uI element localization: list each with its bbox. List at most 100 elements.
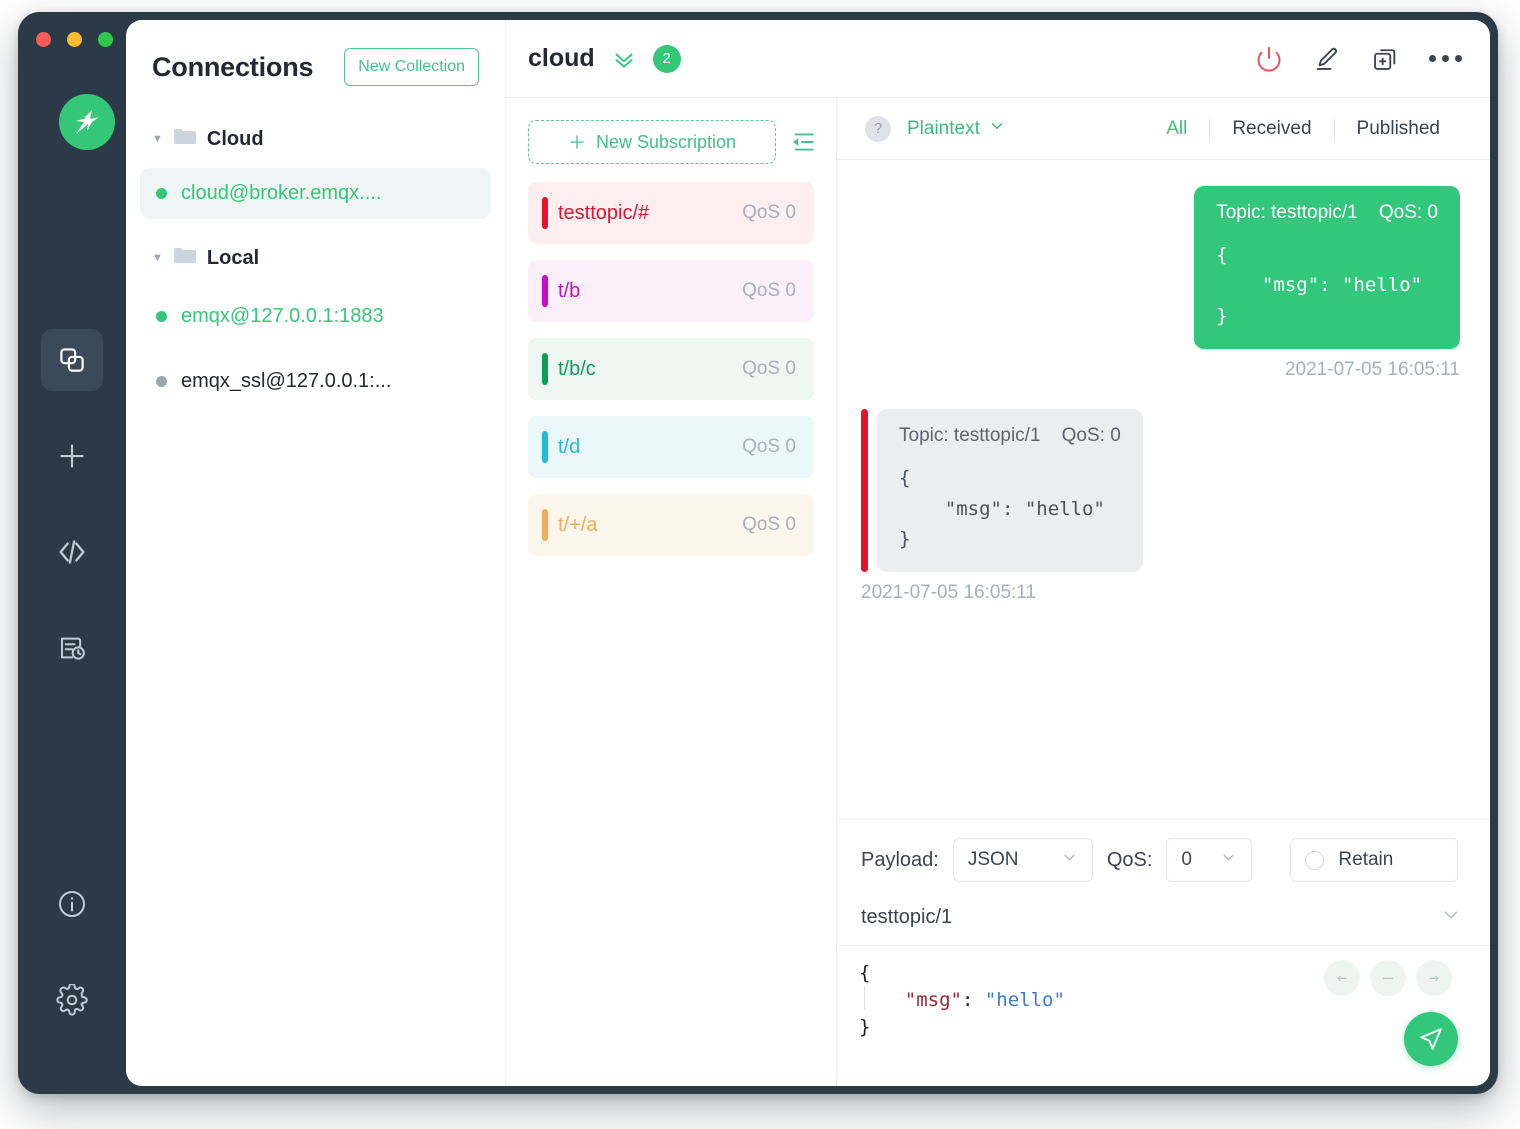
subscription-color-bar xyxy=(542,275,548,307)
connection-item-emqx[interactable]: emqx@127.0.0.1:1883 xyxy=(140,291,491,342)
payload-type-value: JSON xyxy=(967,849,1019,870)
message-meta: Topic: testtopic/1 QoS: 0 xyxy=(899,425,1121,447)
subscription-topic: t/d xyxy=(558,435,581,458)
qos-label: QoS: xyxy=(1106,848,1153,871)
subscription-topic: testtopic/# xyxy=(558,201,650,224)
connection-group-local[interactable]: ▼ Local xyxy=(126,235,505,281)
connection-item-emqx-ssl[interactable]: emqx_ssl@127.0.0.1:... xyxy=(140,356,491,407)
subscription-item[interactable]: testtopic/# QoS 0 xyxy=(528,182,814,244)
subscription-count-badge: 2 xyxy=(652,44,681,73)
connections-icon xyxy=(41,329,103,391)
publish-options: Payload: JSON QoS: 0 Retain xyxy=(837,820,1490,896)
plus-icon: ＋ xyxy=(567,133,586,153)
subscription-color-bar xyxy=(542,431,548,463)
sidebar-item-new-connection[interactable] xyxy=(18,408,126,504)
minimize-window-button[interactable] xyxy=(67,32,82,47)
connection-title: cloud xyxy=(528,44,595,72)
maximize-window-button[interactable] xyxy=(98,32,113,47)
subscription-color-bar xyxy=(542,509,548,541)
payload-type-select[interactable]: JSON xyxy=(952,838,1093,882)
connection-item-cloud[interactable]: cloud@broker.emqx.... xyxy=(140,168,491,219)
subscription-item[interactable]: t/b QoS 0 xyxy=(528,260,814,322)
app-window: Connections New Collection ▼ Cloud cloud… xyxy=(18,12,1498,1094)
connection-group-label: Local xyxy=(206,246,260,269)
chevron-down-icon[interactable] xyxy=(1440,904,1462,931)
folder-icon xyxy=(173,246,197,270)
message-wrapper: Topic: testtopic/1 QoS: 0 { "msg": "hell… xyxy=(1194,186,1460,381)
subscription-topic: t/b xyxy=(558,279,581,302)
filter-published[interactable]: Published xyxy=(1335,118,1462,140)
gear-icon xyxy=(41,969,103,1031)
qos-value: 0 xyxy=(1181,849,1192,870)
arrow-left-icon[interactable]: ← xyxy=(1324,960,1360,996)
json-key: "msg" xyxy=(904,988,962,1011)
payload-label: Payload: xyxy=(861,848,939,871)
message-timestamp: 2021-07-05 16:05:11 xyxy=(861,582,1037,604)
message-bubble-received[interactable]: Topic: testtopic/1 QoS: 0 { "msg": "hell… xyxy=(861,409,1143,573)
subscription-topic: t/+/a xyxy=(558,513,598,536)
payload-editor[interactable]: { "msg": "hello" } ← — → xyxy=(837,946,1490,1086)
subscription-qos: QoS 0 xyxy=(742,358,796,379)
sidebar-item-settings[interactable] xyxy=(18,952,126,1048)
publish-topic-row[interactable]: testtopic/1 xyxy=(837,896,1490,946)
more-horizontal-icon[interactable] xyxy=(1429,55,1462,62)
close-window-button[interactable] xyxy=(36,32,51,47)
connections-header: Connections New Collection xyxy=(126,20,505,106)
sidebar-item-scripts[interactable] xyxy=(18,504,126,600)
subscription-item[interactable]: t/b/c QoS 0 xyxy=(528,338,814,400)
connection-item-label: emqx@127.0.0.1:1883 xyxy=(181,305,384,327)
subscription-qos: QoS 0 xyxy=(742,436,796,457)
message-payload: { "msg": "hello" } xyxy=(899,467,1105,550)
sidebar-item-log[interactable] xyxy=(18,600,126,696)
connection-group-label: Cloud xyxy=(206,127,264,150)
connection-item-label: cloud@broker.emqx.... xyxy=(181,182,382,204)
window-traffic-lights xyxy=(36,32,113,47)
editor-line-3: } xyxy=(859,1015,871,1038)
question-mark-icon[interactable]: ? xyxy=(865,115,891,142)
send-paper-plane-icon[interactable] xyxy=(1404,1012,1458,1066)
connection-item-label: emqx_ssl@127.0.0.1:... xyxy=(181,370,392,392)
connections-tree: ▼ Cloud cloud@broker.emqx.... ▼ Local em… xyxy=(126,106,505,413)
json-value: "hello" xyxy=(984,988,1065,1011)
chevron-down-icon: ▼ xyxy=(152,132,163,145)
retain-radio-icon xyxy=(1305,850,1325,870)
message-row-received: Topic: testtopic/1 QoS: 0 { "msg": "hell… xyxy=(861,409,1460,604)
chevron-down-icon: ▼ xyxy=(152,251,163,264)
messages-panel: ? Plaintext All Received Published Topic… xyxy=(837,98,1490,1086)
filter-all[interactable]: All xyxy=(1144,118,1209,140)
sidebar-item-connections[interactable] xyxy=(18,312,126,408)
status-dot-icon xyxy=(156,311,167,322)
payload-format-label: Plaintext xyxy=(907,117,980,139)
connection-group-cloud[interactable]: ▼ Cloud xyxy=(126,116,505,162)
message-wrapper: Topic: testtopic/1 QoS: 0 { "msg": "hell… xyxy=(861,409,1143,604)
minus-icon[interactable]: — xyxy=(1370,960,1406,996)
indent-guide xyxy=(864,986,865,1010)
new-window-plus-icon[interactable] xyxy=(1371,45,1399,73)
chevron-double-down-icon[interactable] xyxy=(611,46,637,72)
new-subscription-button[interactable]: ＋ New Subscription xyxy=(528,120,776,164)
new-collection-button[interactable]: New Collection xyxy=(344,48,479,86)
subscription-qos: QoS 0 xyxy=(742,514,796,535)
subscription-item[interactable]: t/+/a QoS 0 xyxy=(528,494,814,556)
new-subscription-label: New Subscription xyxy=(595,131,737,152)
messages-toolbar: ? Plaintext All Received Published xyxy=(837,98,1490,160)
qos-select[interactable]: 0 xyxy=(1166,838,1253,882)
subscriptions-list: testtopic/# QoS 0 t/b QoS 0 t/b/c QoS 0 xyxy=(506,178,836,576)
message-row-published: Topic: testtopic/1 QoS: 0 { "msg": "hell… xyxy=(861,186,1460,381)
log-clock-icon xyxy=(41,617,103,679)
retain-toggle[interactable]: Retain xyxy=(1290,838,1459,882)
messages-list[interactable]: Topic: testtopic/1 QoS: 0 { "msg": "hell… xyxy=(837,160,1490,819)
arrow-right-icon[interactable]: → xyxy=(1416,960,1452,996)
subscription-qos: QoS 0 xyxy=(742,280,796,301)
edit-pencil-icon[interactable] xyxy=(1313,45,1341,73)
message-bubble-published[interactable]: Topic: testtopic/1 QoS: 0 { "msg": "hell… xyxy=(1194,186,1460,350)
publish-topic-input[interactable]: testtopic/1 xyxy=(861,906,952,929)
sidebar-item-about[interactable] xyxy=(18,856,126,952)
filter-received[interactable]: Received xyxy=(1210,118,1333,140)
rail-icon-group xyxy=(18,312,126,696)
subscription-item[interactable]: t/d QoS 0 xyxy=(528,416,814,478)
page-title: Connections xyxy=(152,51,314,82)
payload-format-select[interactable]: Plaintext xyxy=(907,117,1006,141)
collapse-list-icon[interactable] xyxy=(788,129,816,155)
power-icon[interactable] xyxy=(1255,45,1283,73)
